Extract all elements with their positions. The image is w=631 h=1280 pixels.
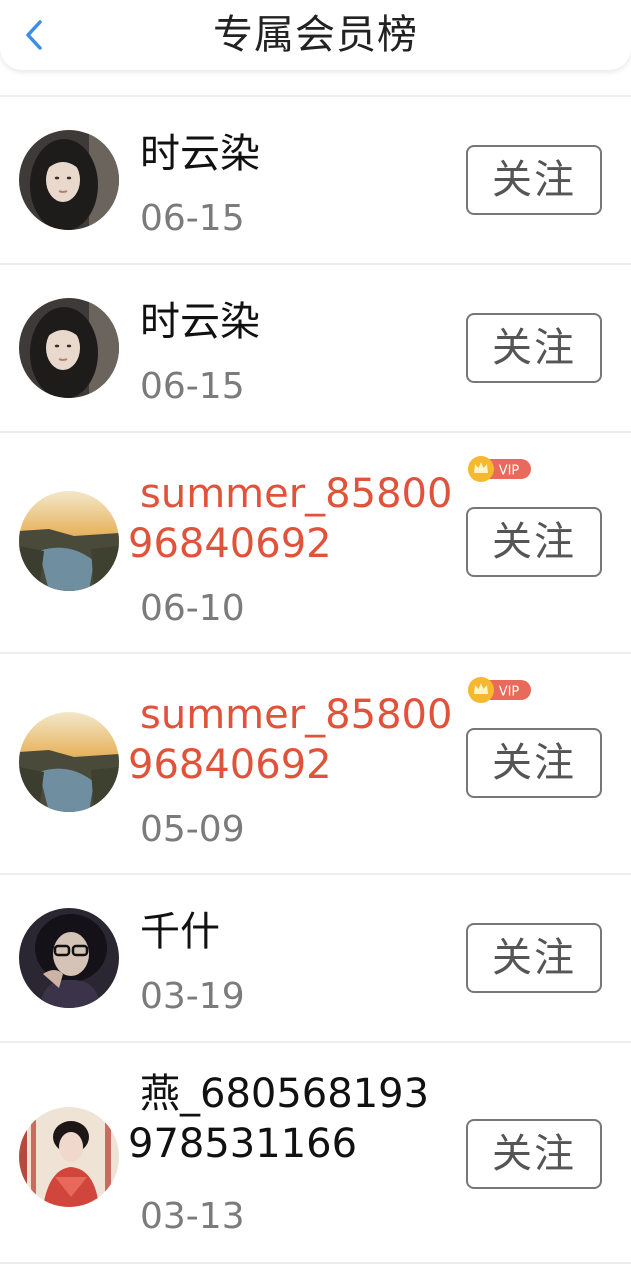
red-dress-woman-avatar-icon — [19, 1107, 119, 1207]
follow-button[interactable]: 关注 — [466, 923, 602, 993]
avatar[interactable] — [19, 1107, 119, 1207]
avatar[interactable] — [19, 298, 119, 398]
join-date: 06-15 — [140, 198, 245, 239]
join-date: 05-09 — [140, 809, 245, 850]
member-name-continued: 978531166 — [128, 1121, 358, 1167]
vip-badge: VIP — [467, 455, 533, 483]
join-date: 03-19 — [140, 976, 245, 1017]
avatar[interactable] — [19, 491, 119, 591]
page-title: 专属会员榜 — [213, 12, 418, 58]
member-list: 时云染 06-15 关注 时云染 06-15 关注 summer_85800 9… — [0, 97, 631, 1264]
vip-badge: VIP — [467, 676, 533, 704]
member-name: 时云染 — [140, 131, 260, 177]
list-item[interactable]: 燕_680568193 978531166 03-13 关注 — [0, 1043, 631, 1264]
member-name-continued: 96840692 — [128, 742, 332, 788]
hooded-woman-avatar-icon — [19, 298, 119, 398]
follow-button[interactable]: 关注 — [466, 145, 602, 215]
member-name: summer_85800 — [140, 471, 453, 517]
avatar[interactable] — [19, 712, 119, 812]
member-name: 时云染 — [140, 299, 260, 345]
follow-button[interactable]: 关注 — [466, 507, 602, 577]
join-date: 03-13 — [140, 1196, 245, 1237]
coast-sunset-avatar-icon — [19, 491, 119, 591]
member-name: summer_85800 — [140, 692, 453, 738]
list-item[interactable]: summer_85800 96840692 05-09 关注 VIP — [0, 654, 631, 875]
list-item[interactable]: 千什 03-19 关注 — [0, 875, 631, 1043]
glasses-girl-avatar-icon — [19, 908, 119, 1008]
avatar[interactable] — [19, 908, 119, 1008]
member-name: 千什 — [140, 909, 220, 955]
follow-button[interactable]: 关注 — [466, 728, 602, 798]
follow-button[interactable]: 关注 — [466, 313, 602, 383]
hooded-woman-avatar-icon — [19, 130, 119, 230]
list-item[interactable]: 时云染 06-15 关注 — [0, 265, 631, 433]
svg-text:VIP: VIP — [499, 464, 520, 479]
join-date: 06-15 — [140, 366, 245, 407]
top-bar: 专属会员榜 — [0, 0, 631, 70]
coast-sunset-avatar-icon — [19, 712, 119, 812]
avatar[interactable] — [19, 130, 119, 230]
member-name: 燕_680568193 — [140, 1071, 430, 1117]
join-date: 06-10 — [140, 588, 245, 629]
follow-button[interactable]: 关注 — [466, 1119, 602, 1189]
list-item[interactable]: summer_85800 96840692 06-10 关注 VIP — [0, 433, 631, 654]
member-name-continued: 96840692 — [128, 521, 332, 567]
svg-text:VIP: VIP — [499, 685, 520, 700]
list-item[interactable]: 时云染 06-15 关注 — [0, 97, 631, 265]
